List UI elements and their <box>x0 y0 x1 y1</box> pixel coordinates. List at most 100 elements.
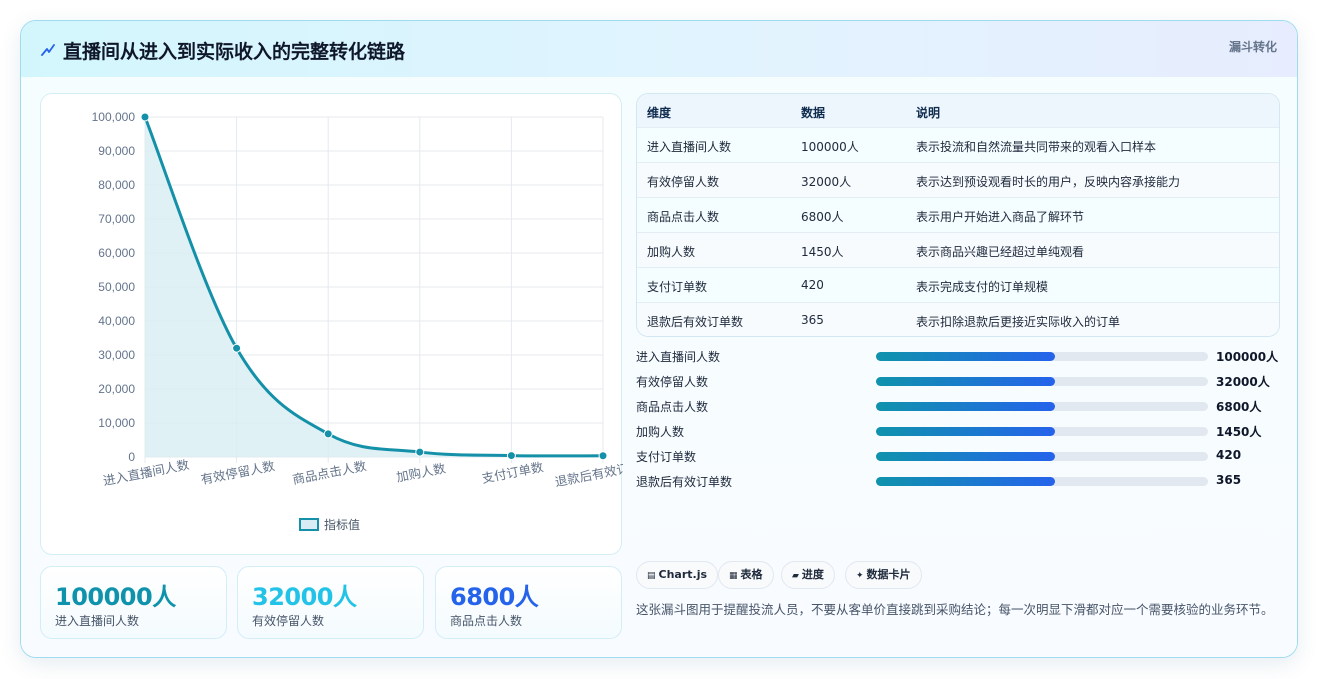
progress-row: 商品点击人数 6800人 <box>636 396 1286 416</box>
legend-swatch <box>299 518 319 531</box>
table-cell-description: 表示商品兴趣已经超过单纯观看 <box>916 245 1085 259</box>
legend-label: 指标值 <box>324 517 360 532</box>
y-tick-label: 20,000 <box>98 382 135 396</box>
kpi-label: 进入直播间人数 <box>55 614 140 628</box>
progress-fill <box>876 352 1056 361</box>
table-cell-description: 表示投流和自然流量共同带来的观看入口样本 <box>916 140 1157 154</box>
kpi-value: 6800人 <box>450 583 539 611</box>
card-header: 直播间从进入到实际收入的完整转化链路 漏斗转化 <box>21 21 1297 77</box>
progress-value: 6800人 <box>1216 400 1262 414</box>
table-cell-dimension: 商品点击人数 <box>647 210 720 224</box>
progress-track <box>876 402 1208 411</box>
table-cell-description: 表示扣除退款后更接近实际收入的订单 <box>916 315 1121 329</box>
progress-label: 退款后有效订单数 <box>636 475 733 489</box>
progress-value: 100000人 <box>1216 350 1279 364</box>
table-cell-data: 1450人 <box>801 245 844 259</box>
progress-label: 有效停留人数 <box>636 375 709 389</box>
table-cell-dimension: 加购人数 <box>647 245 696 259</box>
page-title: 直播间从进入到实际收入的完整转化链路 <box>63 41 406 63</box>
x-tick-label: 加购人数 <box>395 460 447 484</box>
table-row: 商品点击人数 6800人 表示用户开始进入商品了解环节 <box>637 197 1279 232</box>
tag-label: Chart.js <box>658 568 708 581</box>
progress-row: 有效停留人数 32000人 <box>636 371 1286 391</box>
kpi-card-clicks: 6800人 商品点击人数 <box>435 566 622 639</box>
table-cell-data: 420 <box>801 278 824 292</box>
metrics-table: 维度 数据 说明 进入直播间人数 100000人 表示投流和自然流量共同带来的观… <box>636 93 1280 337</box>
progress-label: 加购人数 <box>636 425 685 439</box>
table-row: 支付订单数 420 表示完成支付的订单规模 <box>637 267 1279 302</box>
line-chart-panel: 100,000 90,000 80,000 70,000 60,000 50,000 40,… <box>40 93 623 556</box>
tag-label: 进度 <box>801 568 824 581</box>
card-body: 100,000 90,000 80,000 70,000 60,000 50,000 40,… <box>21 77 1297 657</box>
kpi-label: 商品点击人数 <box>450 614 523 628</box>
table-cell-data: 6800人 <box>801 210 844 224</box>
progress-track <box>876 477 1208 486</box>
tag-chartjs[interactable]: ▤ Chart.js <box>636 561 719 589</box>
y-tick-label: 60,000 <box>98 246 135 260</box>
y-tick-label: 50,000 <box>98 280 135 294</box>
progress-row: 退款后有效订单数 365 <box>636 471 1286 491</box>
funnel-line-chart[interactable]: 100,000 90,000 80,000 70,000 60,000 50,000 40,… <box>41 94 623 556</box>
progress-track <box>876 377 1208 386</box>
y-tick-label: 40,000 <box>98 314 135 328</box>
column-header-dimension: 维度 <box>647 106 672 120</box>
tag-table[interactable]: ▦ 表格 <box>718 561 774 589</box>
x-tick-label: 商品点击人数 <box>291 458 368 487</box>
y-tick-label: 0 <box>128 450 135 464</box>
data-point <box>140 112 150 122</box>
table-cell-data: 32000人 <box>801 175 852 189</box>
table-cell-dimension: 支付订单数 <box>647 280 708 294</box>
table-cell-dimension: 有效停留人数 <box>647 175 720 189</box>
x-tick-label: 支付订单数 <box>480 459 545 486</box>
y-tick-label: 30,000 <box>98 348 135 362</box>
table-cell-dimension: 进入直播间人数 <box>647 140 732 154</box>
progress-row: 加购人数 1450人 <box>636 421 1286 441</box>
y-tick-label: 90,000 <box>98 144 135 158</box>
data-point <box>232 343 242 353</box>
column-header-data: 数据 <box>801 106 826 120</box>
progress-track <box>876 352 1208 361</box>
funnel-card: 直播间从进入到实际收入的完整转化链路 漏斗转化 100,000 90,000 80,… <box>20 20 1298 658</box>
tag-label: 表格 <box>740 568 763 581</box>
category-badge: 漏斗转化 <box>1228 40 1277 54</box>
table-cell-description: 表示完成支付的订单规模 <box>916 280 1049 294</box>
kpi-card-retained: 32000人 有效停留人数 <box>237 566 424 639</box>
x-tick-label: 退款后有效订单数 <box>554 456 623 490</box>
progress-value: 420 <box>1216 448 1242 462</box>
table-header-row: 维度 数据 说明 <box>637 94 1279 127</box>
progress-fill <box>876 452 1056 461</box>
progress-fill <box>876 427 1056 436</box>
progress-track <box>876 452 1208 461</box>
table-cell-description: 表示达到预设观看时长的用户，反映内容承接能力 <box>916 175 1181 189</box>
data-point <box>415 447 425 457</box>
progress-value: 1450人 <box>1216 425 1262 439</box>
progress-value: 32000人 <box>1216 375 1270 389</box>
y-tick-label: 10,000 <box>98 416 135 430</box>
column-header-description: 说明 <box>916 106 941 120</box>
table-row: 退款后有效订单数 365 表示扣除退款后更接近实际收入的订单 <box>637 302 1279 336</box>
description-note: 这张漏斗图用于提醒投流人员，不要从客单价直接跳到采购结论；每一次明显下滑都对应一… <box>636 602 1274 617</box>
y-tick-label: 100,000 <box>92 110 136 124</box>
kpi-label: 有效停留人数 <box>252 614 325 628</box>
data-point <box>598 451 608 461</box>
tag-label: 数据卡片 <box>866 568 911 581</box>
x-tick-label: 进入直播间人数 <box>102 457 191 489</box>
progress-row: 进入直播间人数 100000人 <box>636 346 1286 366</box>
progress-fill <box>876 402 1056 411</box>
table-cell-description: 表示用户开始进入商品了解环节 <box>916 210 1085 224</box>
kpi-value: 100000人 <box>55 583 176 611</box>
tag-progress[interactable]: ▰ 进度 <box>781 561 835 589</box>
data-point <box>323 429 333 439</box>
table-cell-dimension: 退款后有效订单数 <box>647 315 744 329</box>
table-cell-data: 100000人 <box>801 140 859 154</box>
data-point <box>506 451 516 461</box>
tag-data-card[interactable]: ✦ 数据卡片 <box>845 561 922 589</box>
sparkle-icon: ✦ <box>856 571 864 581</box>
table-cell-data: 365 <box>801 313 824 327</box>
kpi-card-entries: 100000人 进入直播间人数 <box>40 566 227 639</box>
progress-row: 支付订单数 420 <box>636 446 1286 466</box>
progress-track <box>876 427 1208 436</box>
y-tick-label: 80,000 <box>98 178 135 192</box>
progress-fill <box>876 477 1056 486</box>
table-icon: ▦ <box>729 571 738 581</box>
